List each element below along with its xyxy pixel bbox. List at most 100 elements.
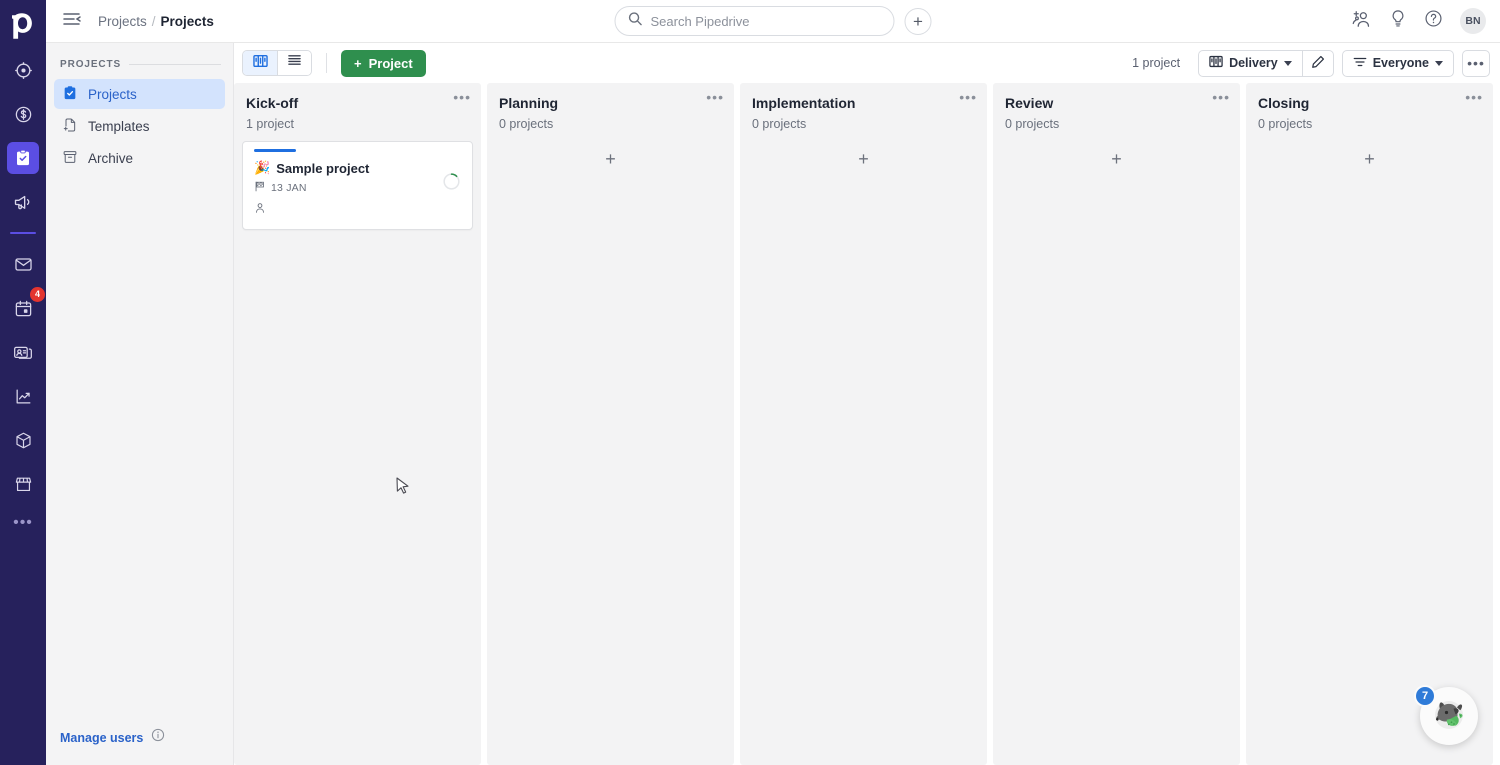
list-view-button[interactable] (277, 51, 311, 75)
board-column-menu[interactable]: ••• (1212, 90, 1230, 104)
pipeline-selector[interactable]: Delivery (1199, 51, 1302, 76)
sidebar-item-activities[interactable]: 4 (7, 287, 45, 324)
sidebar-footer: Manage users (46, 728, 233, 765)
board-toolbar: + Project 1 project Delivery Everyone ••… (234, 43, 1500, 83)
project-count-label: 1 project (1132, 56, 1181, 70)
breadcrumb-parent[interactable]: Projects (98, 14, 147, 29)
add-project-button[interactable]: + Project (341, 49, 426, 77)
assistant-button[interactable]: 7 (1414, 685, 1478, 745)
board-column-menu[interactable]: ••• (1465, 90, 1483, 104)
board-column-menu[interactable]: ••• (706, 90, 724, 104)
board-more-options-button[interactable]: ••• (1462, 49, 1490, 77)
top-bar: Projects / Projects + (46, 0, 1500, 43)
info-icon[interactable] (151, 728, 165, 747)
rail-divider (10, 232, 36, 234)
visibility-filter-label: Everyone (1372, 56, 1429, 70)
deals-icon (14, 105, 33, 124)
sidebar-item-label: Archive (88, 150, 134, 166)
visibility-filter-group: Everyone (1341, 49, 1454, 77)
sidebar-item-mail[interactable] (7, 248, 39, 280)
board-column-body: + (993, 131, 1240, 765)
lightbulb-icon[interactable] (1389, 9, 1407, 33)
board-column-header: Kick-off 1 project ••• (234, 83, 481, 131)
visibility-filter[interactable]: Everyone (1343, 51, 1453, 76)
search-input[interactable] (650, 13, 882, 29)
sidebar-item-templates-link[interactable]: Templates (54, 111, 225, 141)
help-icon[interactable] (1424, 9, 1443, 33)
manage-users-link[interactable]: Manage users (60, 731, 143, 745)
search-box[interactable] (614, 6, 895, 36)
add-card-button[interactable]: + (495, 145, 726, 173)
rail-more-button[interactable]: ••• (13, 515, 33, 531)
activities-badge: 4 (30, 287, 45, 302)
board-column-count: 0 projects (499, 117, 554, 131)
products-icon (14, 431, 33, 450)
plus-icon: + (354, 55, 362, 71)
board-view-button[interactable] (243, 51, 277, 75)
pencil-icon (1311, 55, 1325, 72)
sidebar-item-projects[interactable] (7, 142, 39, 174)
flag-checkered-icon (254, 181, 265, 195)
primary-nav-rail: 4 ••• (0, 0, 46, 765)
chevron-down-icon (1435, 60, 1443, 66)
add-card-button[interactable]: + (748, 145, 979, 173)
avatar[interactable]: BN (1460, 8, 1486, 34)
project-progress-ring (443, 173, 460, 195)
pipedrive-app: 4 ••• Projects / Projects Search Pipedri… (0, 0, 1500, 765)
toolbar-right: 1 project Delivery Everyone ••• (1132, 49, 1490, 77)
board-column-menu[interactable]: ••• (453, 90, 471, 104)
collapse-menu-button[interactable] (62, 11, 82, 31)
add-card-button[interactable]: + (1001, 145, 1232, 173)
mail-icon (14, 255, 33, 274)
add-user-icon[interactable] (1352, 10, 1372, 33)
sidebar-item-leads[interactable] (7, 54, 39, 86)
board-column-menu[interactable]: ••• (959, 90, 977, 104)
document-plus-icon (62, 117, 78, 136)
board-column: Closing 0 projects ••• + (1246, 83, 1493, 765)
board-column-title: Closing (1258, 95, 1310, 111)
sidebar-item-products[interactable] (7, 424, 39, 456)
project-card-title-row: 🎉 Sample project (254, 160, 472, 176)
board-column-title: Review (1005, 95, 1054, 111)
filter-icon (1353, 56, 1367, 71)
list-icon (287, 54, 302, 72)
sidebar-item-contacts[interactable] (7, 336, 39, 368)
breadcrumb-separator: / (151, 13, 156, 29)
assistant-badge: 7 (1414, 685, 1436, 707)
board-column: Implementation 0 projects ••• + (740, 83, 987, 765)
calendar-icon (14, 299, 33, 318)
menu-collapse-icon (63, 12, 81, 31)
project-card[interactable]: 🎉 Sample project 13 JAN (242, 141, 473, 230)
body-row: PROJECTS Projects Templates Archive Mana… (46, 43, 1500, 765)
add-card-button[interactable]: + (1254, 145, 1485, 173)
board-column-header: Review 0 projects ••• (993, 83, 1240, 131)
sidebar-item-insights[interactable] (7, 380, 39, 412)
sidebar-item-marketplace[interactable] (7, 468, 39, 500)
board-column: Review 0 projects ••• + (993, 83, 1240, 765)
pipeline-label: Delivery (1229, 56, 1278, 70)
sidebar-item-campaigns[interactable] (7, 186, 39, 218)
pipedrive-logo[interactable] (5, 8, 41, 44)
edit-pipeline-button[interactable] (1301, 50, 1333, 76)
board-column-body: + (487, 131, 734, 765)
project-card-date: 13 JAN (271, 182, 307, 194)
projects-board: Kick-off 1 project ••• 🎉 Sample project (234, 83, 1500, 765)
view-toggle (242, 50, 312, 76)
sidebar-item-archive-link[interactable]: Archive (54, 143, 225, 173)
board-icon (1209, 55, 1223, 71)
main-pane: + Project 1 project Delivery Everyone ••… (234, 43, 1500, 765)
sidebar-item-deals[interactable] (7, 98, 39, 130)
board-column-header: Implementation 0 projects ••• (740, 83, 987, 131)
board-column-title: Implementation (752, 95, 856, 111)
app-right-region: Projects / Projects + (46, 0, 1500, 765)
pipeline-selector-group: Delivery (1198, 49, 1334, 77)
projects-icon (14, 149, 32, 167)
breadcrumb-current: Projects (160, 13, 214, 29)
marketplace-icon (14, 475, 33, 494)
toolbar-divider (326, 53, 327, 73)
quick-add-button[interactable]: + (904, 7, 932, 35)
board-column-count: 0 projects (1005, 117, 1060, 131)
campaigns-icon (13, 192, 33, 212)
sidebar-item-label: Templates (88, 118, 150, 134)
sidebar-item-projects-link[interactable]: Projects (54, 79, 225, 109)
